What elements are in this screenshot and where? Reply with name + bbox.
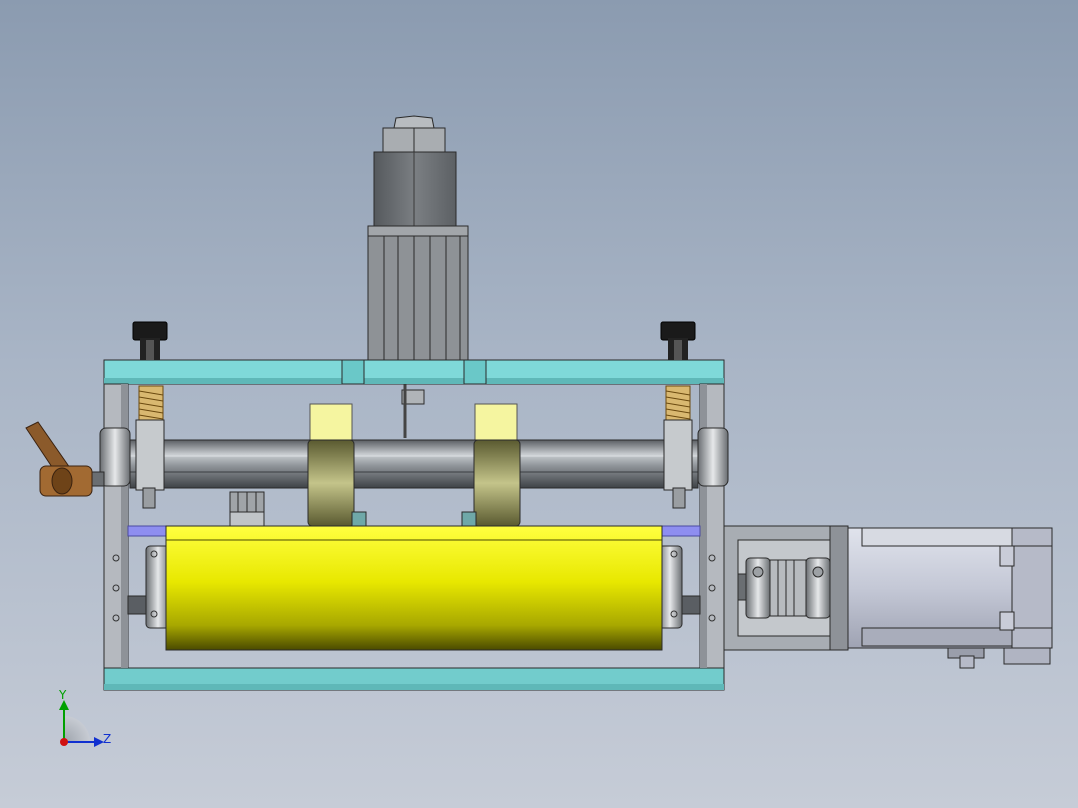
adjustment-knob-right[interactable]	[660, 321, 696, 360]
bottom-frame-plate[interactable]	[103, 667, 725, 691]
assembly-drawing	[25, 115, 1053, 747]
adjustment-knob-left[interactable]	[132, 321, 168, 360]
pressure-pad-right	[474, 403, 518, 441]
cylinder-body	[367, 225, 469, 363]
press-shaft[interactable]	[99, 419, 729, 509]
top-frame-plate[interactable]	[103, 359, 725, 385]
cad-viewport[interactable]: Y Z	[0, 0, 1078, 808]
flexible-coupling[interactable]	[737, 557, 831, 619]
triad-z-label: Z	[103, 732, 112, 746]
left-side-plate[interactable]	[103, 383, 129, 669]
drive-roller[interactable]	[127, 525, 701, 651]
coordinate-triad	[59, 700, 104, 747]
triad-x-axis	[60, 738, 68, 746]
pressure-pad-left	[309, 403, 353, 441]
triad-y-label: Y	[59, 688, 67, 702]
guide-block	[229, 491, 265, 527]
compression-spring-right	[665, 385, 691, 421]
air-cylinder[interactable]	[367, 115, 469, 438]
right-side-plate[interactable]	[699, 383, 725, 669]
clamp-lever[interactable]	[25, 421, 105, 497]
servo-motor[interactable]	[847, 527, 1053, 669]
cylinder-head	[373, 151, 457, 227]
compression-spring-left	[138, 385, 164, 421]
